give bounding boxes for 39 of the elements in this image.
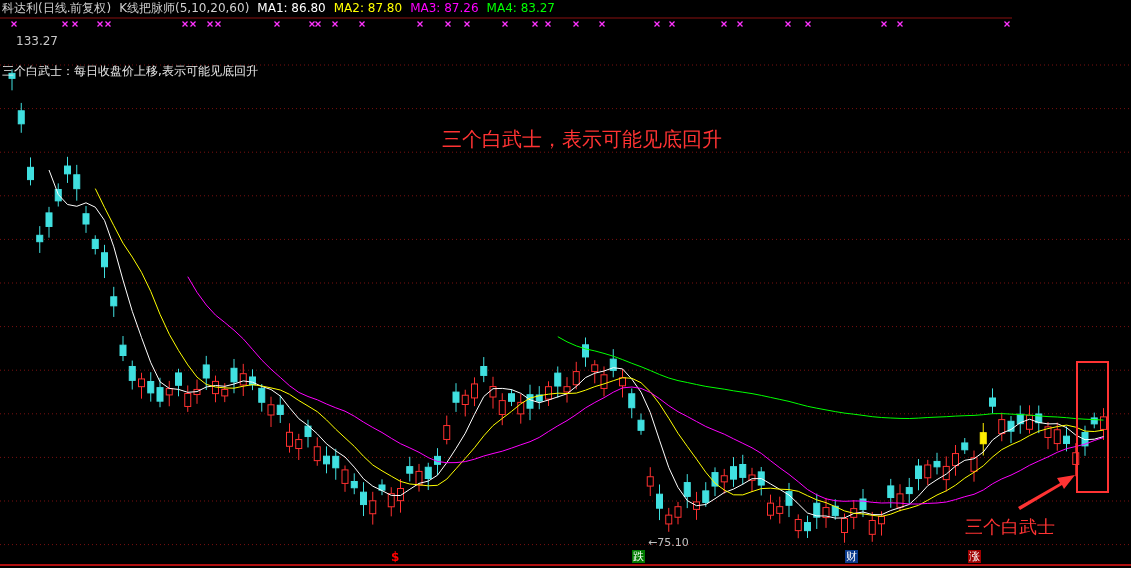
cross-icon xyxy=(358,20,366,28)
high-price-label: 133.27 xyxy=(16,34,58,48)
arrow xyxy=(1018,475,1075,510)
cross-icon xyxy=(531,20,539,28)
cross-icon xyxy=(572,20,580,28)
low-price-label: ←75.10 xyxy=(648,536,689,549)
moving-average-value: MA1: 86.80 xyxy=(257,1,326,15)
stock-title: 科达利(日线.前复权) xyxy=(2,1,112,15)
cross-icon xyxy=(544,20,552,28)
chart-headline: 三个白武士，表示可能见底回升 xyxy=(442,126,722,153)
event-marker: $ xyxy=(391,550,400,564)
pattern-note: 三个白武士：每日收盘价上移,表示可能见底回升 xyxy=(2,63,258,80)
cross-icon xyxy=(896,20,904,28)
moving-average-value: MA4: 83.27 xyxy=(486,1,555,15)
cross-icon xyxy=(501,20,509,28)
cross-icon xyxy=(416,20,424,28)
event-marker: 跌 xyxy=(632,550,645,563)
moving-average-value: MA2: 87.80 xyxy=(333,1,403,15)
cross-icon xyxy=(71,20,79,28)
cross-icon xyxy=(880,20,888,28)
cross-icon xyxy=(598,20,606,28)
cross-icon xyxy=(653,20,661,28)
cross-icon xyxy=(720,20,728,28)
cross-icon xyxy=(444,20,452,28)
cross-icon xyxy=(668,20,676,28)
cross-icon xyxy=(463,20,471,28)
cross-icon xyxy=(804,20,812,28)
cross-icon xyxy=(736,20,744,28)
cross-icon xyxy=(784,20,792,28)
event-marker: 财 xyxy=(845,550,858,563)
cross-icon xyxy=(1003,20,1011,28)
cross-icon xyxy=(10,20,18,28)
cross-icon xyxy=(61,20,69,28)
callout-label: 三个白武士 xyxy=(965,515,1055,539)
cross-icon xyxy=(331,20,339,28)
event-marker: 涨 xyxy=(968,550,981,563)
moving-average-value: MA3: 87.26 xyxy=(410,1,479,15)
cross-icon xyxy=(273,20,281,28)
indicator-name: K线把脉师(5,10,20,60) xyxy=(119,1,250,15)
